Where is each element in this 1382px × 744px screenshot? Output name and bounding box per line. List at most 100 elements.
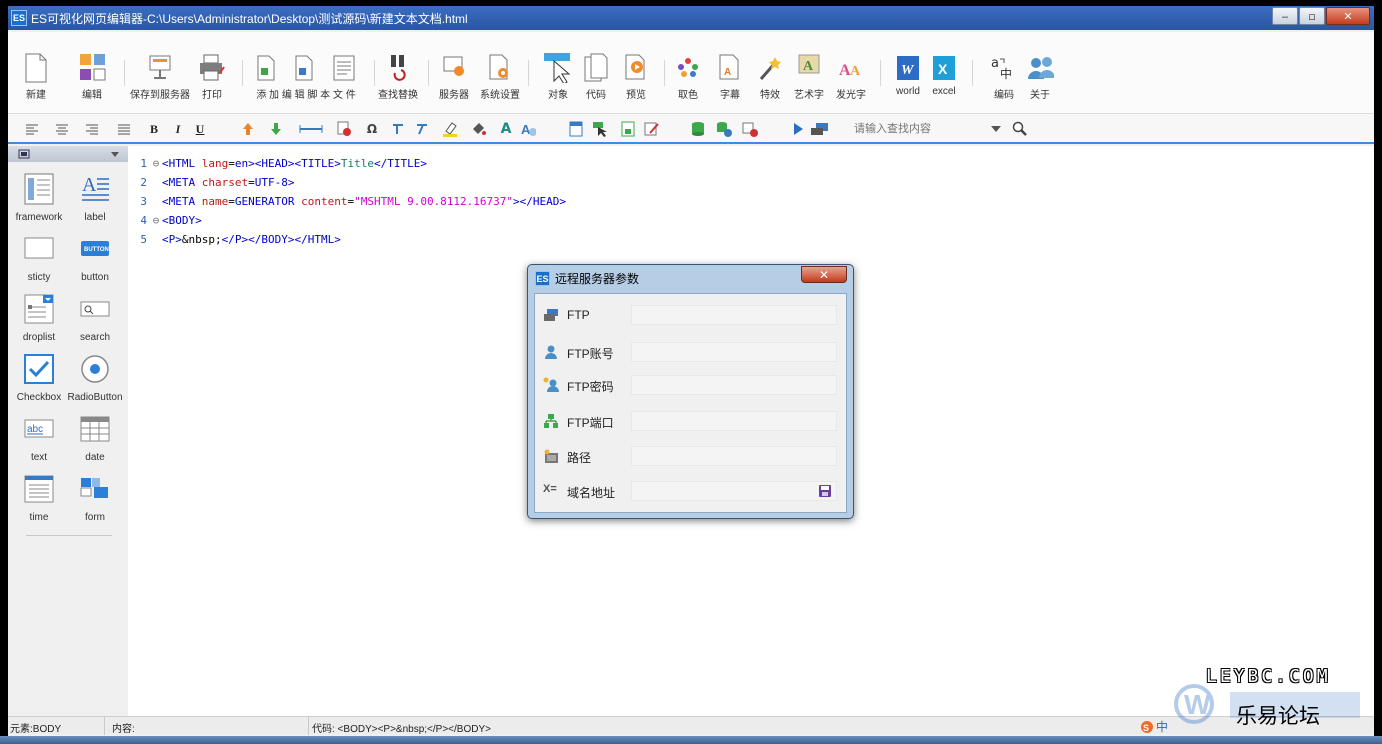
search-dropdown-chevron-down-icon[interactable] [988,121,1004,137]
code-icon [582,52,610,84]
component-time[interactable]: time [10,472,68,523]
code-line[interactable]: 5 <P> &nbsp; </P></BODY></HTML> [128,230,340,249]
font-color-button[interactable]: A [498,121,514,137]
toolbar-glow-text-button[interactable]: AA 发光字 [836,52,866,101]
component-date[interactable]: date [66,412,124,463]
toolbar-separator [972,60,973,86]
component-text[interactable]: abc text [10,412,68,463]
path-input[interactable] [631,446,837,466]
search-icon[interactable] [1012,121,1028,137]
justify-icon[interactable] [116,121,132,137]
database-icon[interactable] [690,121,706,137]
toolbar-subtitle-button[interactable]: A 字幕 [716,52,744,101]
fold-marker-icon[interactable]: ⊖ [150,211,162,230]
play-icon[interactable] [790,121,806,137]
toolbar-settings-button[interactable]: 系统设置 [480,52,520,101]
toolbar-label: 代码 [586,90,606,101]
code-token: <META [162,176,202,189]
framework-icon [22,172,56,206]
ime-indicator[interactable]: S 中 [1140,718,1168,735]
domain-input[interactable] [631,481,837,501]
component-sticty[interactable]: sticty [10,232,68,283]
fold-marker-icon[interactable]: ⊖ [150,154,162,173]
server-transfer-icon[interactable] [810,121,830,137]
color-picker-icon [674,52,702,84]
toolbar-print-button[interactable]: 打印 [198,52,226,101]
align-left-icon[interactable] [24,121,40,137]
toolbar-find-replace-button[interactable]: 查找替换 [378,52,418,101]
toolbar-about-button[interactable]: 关于 [1026,52,1054,101]
toolbar-code-button[interactable]: 代码 [582,52,610,101]
component-form[interactable]: form [66,472,124,523]
toolbar-save-server-button[interactable]: 保存到服务器 [130,52,190,101]
align-center-icon[interactable] [54,121,70,137]
code-line[interactable]: 1 ⊖ <HTML lang = en ><HEAD><TITLE> Title </TITL… [128,154,427,173]
remote-server-dialog: ES 远程服务器参数 ✕ FTP FTP账号 FTP密码 FTP端口 路径 X=… [527,264,854,519]
database-delete-icon[interactable] [742,121,758,137]
component-label-item[interactable]: A label [66,172,124,223]
italic-button[interactable]: I [170,121,186,137]
toolbar-encoding-button[interactable]: a中 编码 [990,52,1018,101]
minimize-button[interactable]: ‒ [1272,7,1298,25]
page-icon[interactable] [568,121,584,137]
move-up-icon[interactable] [240,121,256,137]
database-sync-icon[interactable] [716,121,732,137]
highlight-icon[interactable] [442,121,458,137]
component-checkbox[interactable]: Checkbox [10,352,68,403]
close-button[interactable]: ✕ [1326,7,1370,25]
new-file-icon [22,52,50,84]
toolbar-art-text-button[interactable]: A 艺术字 [794,52,824,101]
status-content: 内容: [112,724,135,735]
text-indent-icon[interactable] [390,121,406,137]
edit-page-icon[interactable] [644,121,660,137]
sidebar-collapse-chevron-down-icon[interactable] [110,151,120,158]
save-icon[interactable] [818,484,832,498]
component-droplist[interactable]: droplist [10,292,68,343]
format-toolbar: B I U Ω A A [8,114,1374,144]
main-toolbar: 新建 编辑 保存到服务器 打印 添 加 编 辑 脚 本 文 件 查找替换 服务器… [8,32,1374,114]
code-token: ><HEAD><TITLE> [248,157,341,170]
text-style-icon[interactable]: A [520,121,536,137]
select-region-icon[interactable] [592,121,608,137]
align-right-icon[interactable] [84,121,100,137]
toolbar-word-button[interactable]: W world [894,52,922,97]
code-line[interactable]: 4 ⊖ <BODY> [128,211,201,230]
ftp-password-input[interactable] [631,375,837,395]
toolbar-server-button[interactable]: 服务器 [439,52,469,101]
maximize-button[interactable]: ▫ [1299,7,1325,25]
special-char-button[interactable]: Ω [364,121,380,137]
toolbar-object-button[interactable]: 对象 [544,52,572,101]
component-radiobutton[interactable]: RadioButton [66,352,124,403]
word-icon: W [894,52,922,84]
toolbar-effect-button[interactable]: 特效 [756,52,784,101]
toolbar-script-button[interactable]: 添 加 编 辑 脚 本 文 件 [256,52,356,101]
toolbar-new-button[interactable]: 新建 [22,52,50,101]
toolbar-preview-button[interactable]: 预览 [622,52,650,101]
code-line[interactable]: 2 <META charset = UTF-8 > [128,173,294,192]
text-outdent-icon[interactable] [414,121,430,137]
delete-element-icon[interactable] [336,121,352,137]
move-down-icon[interactable] [268,121,284,137]
horizontal-rule-icon[interactable] [298,121,324,137]
fill-bucket-icon[interactable] [470,121,486,137]
bold-button[interactable]: B [146,121,162,137]
toolbar-excel-button[interactable]: X excel [930,52,958,97]
search-input[interactable] [854,120,982,138]
underline-button[interactable]: U [192,121,208,137]
component-search[interactable]: search [66,292,124,343]
svg-text:A: A [82,174,97,196]
dialog-close-button[interactable]: ✕ [801,266,847,283]
code-token: = [228,195,235,208]
ftp-host-input[interactable] [631,305,837,325]
ftp-port-input[interactable] [631,411,837,431]
toolbar-label: 预览 [626,90,646,101]
svg-text:A: A [724,67,731,78]
component-framework[interactable]: framework [10,172,68,223]
green-page-icon[interactable] [620,121,636,137]
ftp-account-input[interactable] [631,342,837,362]
toolbar-edit-button[interactable]: 编辑 [78,52,106,101]
toolbar-color-picker-button[interactable]: 取色 [674,52,702,101]
component-button[interactable]: BUTTON button [66,232,124,283]
status-divider [104,717,105,735]
code-line[interactable]: 3 <META name = GENERATOR content = "MSHTML 9.… [128,192,566,211]
